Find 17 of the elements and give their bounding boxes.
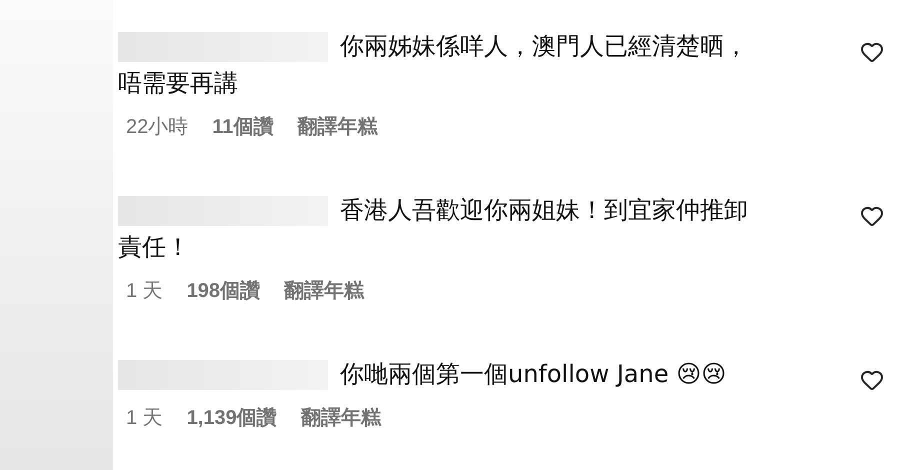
comment-time: 1 天 <box>126 406 163 431</box>
likes-count[interactable]: 11個讚 <box>212 112 274 142</box>
comment-text: 唔需要再講 <box>118 68 238 99</box>
comment-text: 你哋兩個第一個unfollow Jane 😢😢 <box>340 359 726 390</box>
comment-text: 你兩姊妹係咩人，澳門人已經清楚晒， <box>340 31 748 62</box>
likes-count[interactable]: 1,139個讚 <box>186 403 277 433</box>
like-heart-icon[interactable] <box>860 40 884 64</box>
comment-time: 22小時 <box>126 115 188 140</box>
likes-count[interactable]: 198個讚 <box>186 276 260 306</box>
like-heart-icon[interactable] <box>860 368 884 392</box>
comment-text: 責任！ <box>118 232 190 263</box>
translate-link[interactable]: 翻譯年糕 <box>284 276 364 306</box>
comment-text: 香港人吾歡迎你兩姐妹！到宜家仲推卸 <box>340 195 748 226</box>
like-heart-icon[interactable] <box>860 204 884 228</box>
translate-link[interactable]: 翻譯年糕 <box>297 112 378 142</box>
comment-time: 1 天 <box>126 279 163 304</box>
translate-link[interactable]: 翻譯年糕 <box>300 403 381 433</box>
